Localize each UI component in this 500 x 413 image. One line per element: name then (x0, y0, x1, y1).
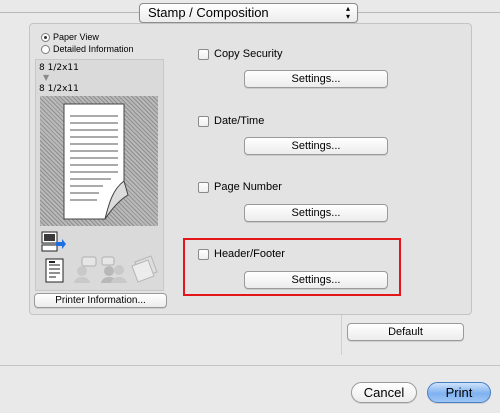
header-footer-label: Header/Footer (214, 248, 285, 260)
pages-stack-icon (131, 255, 158, 283)
panel-selector-popup[interactable]: Stamp / Composition ▴ ▾ (139, 3, 358, 23)
option-date-time[interactable]: Date/Time (198, 114, 264, 128)
radio-paper-view[interactable]: Paper View (41, 31, 134, 43)
device-connect-icon (41, 231, 66, 252)
option-copy-security[interactable]: Copy Security (198, 47, 282, 61)
cancel-button[interactable]: Cancel (351, 382, 417, 403)
popup-arrows-icon: ▴ ▾ (345, 4, 350, 21)
page-number-settings-button[interactable]: Settings... (244, 204, 388, 222)
paper-size-top: 8 1/2x11 (39, 63, 79, 73)
default-separator (341, 315, 342, 355)
option-page-number[interactable]: Page Number (198, 180, 282, 194)
copy-security-label: Copy Security (214, 48, 283, 60)
page-number-checkbox[interactable] (198, 181, 209, 193)
option-header-footer[interactable]: Header/Footer (198, 247, 285, 261)
size-down-arrow-icon: ▼ (43, 73, 50, 82)
radio-paper-view-label: Paper View (53, 32, 99, 42)
radio-detailed-information-indicator[interactable] (41, 44, 50, 54)
panel-selector-value: Stamp / Composition (148, 5, 269, 20)
header-footer-settings-button[interactable]: Settings... (244, 271, 388, 289)
copy-security-checkbox[interactable] (198, 48, 209, 60)
date-time-label: Date/Time (214, 115, 265, 127)
user-comment-icon (74, 256, 97, 283)
date-time-checkbox[interactable] (198, 115, 209, 127)
document-list-icon (45, 258, 64, 283)
page-number-label: Page Number (214, 181, 282, 193)
users-group-icon (101, 256, 127, 283)
radio-detailed-information[interactable]: Detailed Information (41, 43, 134, 55)
date-time-settings-button[interactable]: Settings... (244, 137, 388, 155)
radio-detailed-information-label: Detailed Information (53, 44, 134, 54)
print-button[interactable]: Print (427, 382, 491, 403)
copy-security-settings-button[interactable]: Settings... (244, 70, 388, 88)
header-footer-checkbox[interactable] (198, 248, 209, 260)
printer-information-button[interactable]: Printer Information... (34, 293, 167, 308)
paper-size-bottom: 8 1/2x11 (39, 84, 79, 94)
default-button[interactable]: Default (347, 323, 464, 341)
page-preview-icon (63, 103, 129, 220)
radio-paper-view-indicator[interactable] (41, 32, 50, 42)
bottom-divider (0, 365, 500, 366)
view-mode-radio-group: Paper View Detailed Information (41, 31, 134, 55)
